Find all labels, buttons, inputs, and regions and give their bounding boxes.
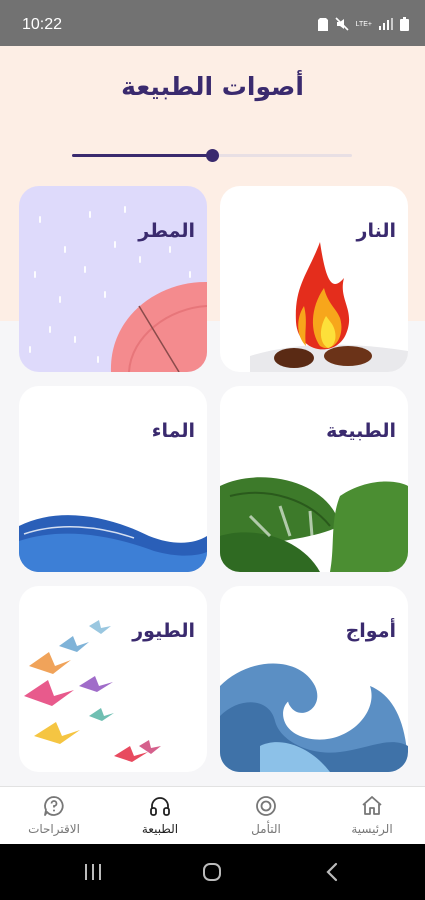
progress-bar[interactable] (72, 149, 352, 162)
sound-card-fire[interactable]: النار (220, 186, 408, 372)
nav-item-suggestions[interactable]: الاقتراحات (1, 787, 107, 845)
home-button-icon[interactable] (202, 862, 222, 882)
status-icons: LTE+ (317, 17, 409, 31)
headphones-icon (150, 797, 170, 816)
battery-icon (400, 17, 409, 31)
home-icon (362, 796, 382, 815)
card-title: الطبيعة (326, 420, 396, 442)
waves-illustration (220, 663, 408, 772)
status-time: 10:22 (22, 16, 63, 33)
fire-illustration (250, 242, 408, 372)
nav-item-nature[interactable]: الطبيعة (107, 787, 213, 845)
progress-fill (72, 154, 212, 157)
rain-illustration (29, 206, 207, 372)
nav-label: التأمل (251, 822, 281, 836)
sound-card-nature[interactable]: الطبيعة (220, 386, 408, 572)
card-title: أمواج (345, 620, 396, 642)
nav-label: الاقتراحات (28, 822, 80, 836)
sound-card-water[interactable]: الماء (19, 386, 207, 572)
back-icon[interactable] (324, 862, 340, 882)
progress-thumb[interactable] (206, 149, 219, 162)
nav-item-home[interactable]: الرئيسية (319, 787, 425, 845)
meditation-icon (256, 796, 276, 816)
nav-label: الطبيعة (141, 822, 179, 836)
nav-label: الرئيسية (351, 822, 393, 836)
card-title: الماء (151, 420, 195, 442)
question-icon (44, 796, 64, 816)
card-title: المطر (138, 220, 195, 242)
mute-icon (335, 17, 349, 31)
recent-apps-icon[interactable] (83, 862, 103, 882)
sound-card-rain[interactable]: المطر (19, 186, 207, 372)
status-bar: 10:22 LTE+ (0, 0, 425, 46)
signal-icon (379, 18, 393, 30)
bottom-navigation: الرئيسية التأمل الطبيعة الاقتراحات (0, 786, 425, 844)
sound-card-birds[interactable]: الطيور (19, 586, 207, 772)
page-title: أصوات الطبيعة (121, 72, 304, 101)
sound-card-waves[interactable]: أمواج (220, 586, 408, 772)
main-content: أصوات الطبيعة النار المطر الطبيعة الماء … (0, 46, 425, 786)
leaves-illustration (220, 477, 408, 572)
system-navigation-bar (0, 844, 425, 900)
water-illustration (19, 515, 207, 572)
card-title: الطيور (132, 620, 195, 642)
network-type-label: LTE+ (355, 20, 372, 28)
sim-icon (317, 17, 328, 31)
card-title: النار (356, 220, 396, 242)
birds-illustration (24, 620, 161, 762)
nav-item-meditation[interactable]: التأمل (213, 787, 319, 845)
